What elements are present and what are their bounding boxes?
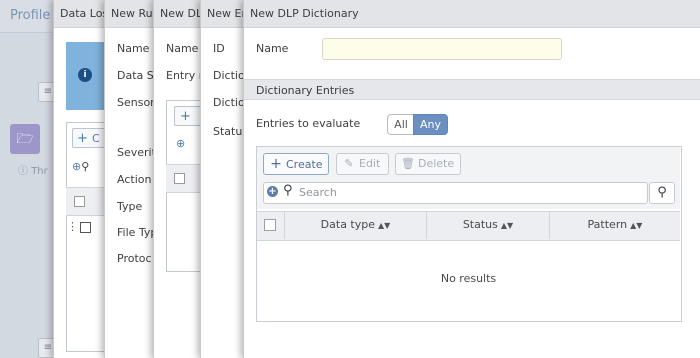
create-button[interactable]: + Create	[263, 153, 329, 175]
column-label: Pattern	[587, 218, 628, 231]
search-placeholder: Search	[299, 186, 337, 199]
field-label: Entry r	[166, 69, 204, 82]
row-checkbox[interactable]	[80, 222, 91, 233]
background-info-line: ⓘ Thr	[18, 162, 48, 177]
field-label: Name	[117, 42, 150, 55]
edit-button[interactable]: ✎ Edit	[336, 153, 389, 175]
advanced-search-plus-icon[interactable]: +	[267, 186, 278, 197]
add-button[interactable]: +	[174, 106, 202, 126]
field-label: Sensor	[117, 96, 155, 109]
field-label: ID	[213, 42, 225, 55]
column-header-pattern[interactable]: Pattern ▲▼	[550, 211, 680, 239]
evaluate-any-toggle[interactable]: Any	[413, 114, 448, 135]
search-icon[interactable]: ⊕⚲	[72, 160, 89, 173]
column-header-status[interactable]: Status ▲▼	[427, 211, 550, 239]
field-label: File Typ	[117, 226, 158, 239]
create-button-label: Create	[286, 158, 323, 171]
plus-icon: +	[270, 156, 282, 172]
field-label: Type	[117, 200, 143, 213]
evaluate-all-toggle[interactable]: All	[387, 114, 415, 135]
edit-button-label: Edit	[359, 157, 381, 170]
search-button[interactable]: ⚲	[649, 182, 675, 204]
background-page-title: Profile	[10, 8, 51, 23]
search-icon[interactable]: ⊕	[176, 137, 185, 150]
pencil-icon: ✎	[344, 157, 354, 170]
field-label: Protoc	[117, 252, 152, 265]
column-label: Status	[462, 218, 498, 231]
sort-icon: ▲▼	[630, 221, 643, 230]
column-label: Data type	[320, 218, 376, 231]
create-button[interactable]: + C	[72, 128, 106, 148]
field-label: Dictio	[213, 96, 245, 109]
search-icon: ⚲	[657, 185, 667, 200]
entries-to-evaluate-label: Entries to evaluate	[256, 117, 361, 130]
column-header-data-type[interactable]: Data type ▲▼	[285, 211, 427, 239]
delete-button-label: Delete	[418, 157, 455, 170]
empty-state-text: No results	[440, 272, 497, 285]
table-header	[66, 187, 106, 216]
section-dictionary-entries: Dictionary Entries	[244, 79, 700, 100]
plus-icon: +	[180, 109, 191, 124]
field-label: Severit	[117, 146, 156, 159]
select-all-checkbox[interactable]	[74, 196, 85, 207]
plus-icon: +	[77, 131, 88, 146]
data-loss-grid	[66, 122, 108, 352]
sort-icon: ▲▼	[378, 221, 391, 230]
background-info-text: Thr	[31, 166, 48, 177]
create-button-label: C	[92, 132, 100, 145]
info-box: i	[66, 42, 106, 110]
info-icon: ⓘ	[18, 166, 28, 177]
field-label: Action	[117, 173, 152, 186]
sort-icon: ▲▼	[500, 221, 514, 230]
info-icon: i	[78, 68, 92, 82]
trash-icon: 🗑	[401, 157, 415, 170]
select-all-checkbox[interactable]	[174, 173, 185, 184]
folder-icon[interactable]: 🗁	[10, 124, 40, 154]
field-label: Name	[166, 42, 199, 55]
select-all-checkbox[interactable]	[264, 219, 276, 231]
search-icon: ⚲	[283, 183, 293, 198]
name-label: Name	[256, 42, 289, 55]
panel-dictionary-title: New DLP Dictionary	[244, 0, 700, 28]
delete-button[interactable]: 🗑 Delete	[395, 153, 461, 175]
name-input[interactable]	[322, 38, 562, 60]
